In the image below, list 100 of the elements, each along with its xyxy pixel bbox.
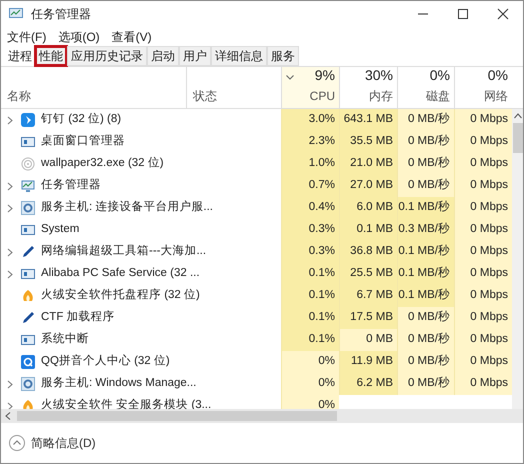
close-icon[interactable] — [497, 8, 509, 20]
table-cell: 0.1 MB/秒 — [397, 263, 454, 285]
process-name: 钉钉 (32 位) (8) — [41, 112, 122, 128]
column-header[interactable]: 状态 — [193, 87, 217, 105]
expand-chevron-icon[interactable] — [7, 402, 13, 410]
menu-item[interactable]: 选项(O) — [58, 28, 100, 46]
table-cell: 0.1% — [281, 285, 339, 307]
vertical-scrollbar[interactable] — [512, 109, 523, 409]
column-total: 30% — [364, 66, 393, 84]
table-cell: 0 MB/秒 — [397, 307, 454, 329]
process-name: 服务主机: 连接设备平台用户服... — [41, 199, 213, 216]
sort-caret-icon[interactable] — [286, 75, 294, 80]
tab[interactable]: 用户 — [179, 46, 211, 66]
table-cell: 0 Mbps — [454, 307, 512, 329]
window-icon — [21, 135, 35, 149]
table-cell: 0 MB/秒 — [397, 109, 454, 131]
expand-chevron-icon[interactable] — [7, 116, 13, 124]
table-cell: 0 MB/秒 — [397, 153, 454, 175]
expand-chevron-icon[interactable] — [7, 182, 13, 190]
process-name: System — [41, 222, 80, 238]
table-cell: 0 Mbps — [454, 197, 512, 219]
column-header[interactable]: 内存 — [369, 87, 393, 105]
tab[interactable]: 性能 — [35, 46, 67, 66]
table-cell: 0.1% — [281, 329, 339, 351]
menu-item[interactable]: 文件(F) — [7, 28, 46, 46]
process-name: 任务管理器 — [41, 178, 101, 194]
pen-icon — [21, 245, 35, 259]
process-name: 系统中断 — [41, 331, 89, 348]
flame-icon — [21, 289, 35, 303]
process-name: QQ拼音个人中心 (32 位) — [41, 353, 170, 370]
expand-chevron-icon[interactable] — [7, 248, 13, 256]
table-cell: 27.0 MB — [339, 175, 397, 197]
table-cell: 6.7 MB — [339, 285, 397, 307]
monitor-icon — [21, 179, 35, 193]
column-header[interactable]: CPU — [310, 87, 335, 105]
table-cell: 0 MB/秒 — [397, 329, 454, 351]
scroll-up-icon[interactable] — [514, 113, 522, 119]
window-icon — [21, 267, 35, 281]
app-icon — [21, 113, 35, 127]
column-header[interactable]: 磁盘 — [426, 87, 450, 105]
monitor-icon — [9, 8, 23, 20]
tab[interactable]: 详细信息 — [211, 46, 267, 66]
table-cell: 0 MB/秒 — [397, 373, 454, 395]
table-cell: 0.3% — [281, 219, 339, 241]
table-cell: 0 MB/秒 — [397, 351, 454, 373]
table-cell: 0.1% — [281, 307, 339, 329]
table-cell: 0 Mbps — [454, 373, 512, 395]
table-cell: 3.0% — [281, 109, 339, 131]
table-cell: 21.0 MB — [339, 153, 397, 175]
table-cell: 0.7% — [281, 175, 339, 197]
collapse-icon[interactable] — [9, 435, 25, 451]
process-name: CTF 加载程序 — [41, 309, 115, 326]
table-cell: 0 Mbps — [454, 263, 512, 285]
process-name: 网络编辑超级工具箱---大海加... — [41, 244, 206, 260]
table-cell: 0.4% — [281, 197, 339, 219]
table-cell: 0 Mbps — [454, 241, 512, 263]
table-cell: 0 MB — [339, 329, 397, 351]
process-name: Alibaba PC Safe Service (32 ... — [41, 266, 200, 282]
tab[interactable]: 启动 — [147, 46, 179, 66]
scroll-left-icon[interactable] — [5, 412, 11, 420]
scroll-thumb[interactable] — [512, 123, 522, 153]
process-name: 服务主机: Windows Manage... — [41, 375, 196, 392]
table-cell: 0 Mbps — [454, 329, 512, 351]
table-cell: 2.3% — [281, 131, 339, 153]
column-total: 0% — [430, 66, 450, 84]
gear-icon — [21, 377, 35, 391]
column-header[interactable]: 名称 — [7, 87, 31, 105]
table-cell: 17.5 MB — [339, 307, 397, 329]
expand-chevron-icon[interactable] — [7, 270, 13, 278]
table-cell: 0.1 MB/秒 — [397, 285, 454, 307]
pen-icon — [21, 311, 35, 325]
table-cell: 0 Mbps — [454, 219, 512, 241]
gear-icon — [21, 201, 35, 215]
tab[interactable]: 服务 — [267, 46, 299, 66]
tab[interactable]: 应用历史记录 — [67, 46, 147, 66]
table-cell: 0 MB/秒 — [397, 131, 454, 153]
table-cell: 0 Mbps — [454, 351, 512, 373]
window-icon — [21, 223, 35, 237]
process-name: 火绒安全软件托盘程序 (32 位) — [41, 287, 200, 304]
horizontal-scrollbar[interactable] — [1, 409, 523, 423]
process-name: wallpaper32.exe (32 位) — [41, 156, 164, 172]
table-cell: 0.1 MB — [339, 219, 397, 241]
swirl-icon — [21, 157, 35, 171]
expand-chevron-icon[interactable] — [7, 380, 13, 388]
expand-chevron-icon[interactable] — [7, 204, 13, 212]
table-cell: 0 MB/秒 — [397, 175, 454, 197]
table-cell: 0 Mbps — [454, 285, 512, 307]
menu-item[interactable]: 查看(V) — [112, 28, 152, 46]
window-title: 任务管理器 — [31, 6, 91, 23]
table-cell: 1.0% — [281, 153, 339, 175]
scroll-thumb[interactable] — [17, 411, 337, 421]
qq-icon — [21, 355, 35, 369]
table-cell: 0.3 MB/秒 — [397, 219, 454, 241]
window-icon — [21, 333, 35, 347]
table-cell: 0 Mbps — [454, 131, 512, 153]
maximize-icon[interactable] — [457, 8, 469, 20]
table-cell: 0 Mbps — [454, 109, 512, 131]
fewer-details-link[interactable]: 简略信息(D) — [31, 434, 96, 452]
column-header[interactable]: 网络 — [484, 87, 508, 105]
table-cell: 35.5 MB — [339, 131, 397, 153]
